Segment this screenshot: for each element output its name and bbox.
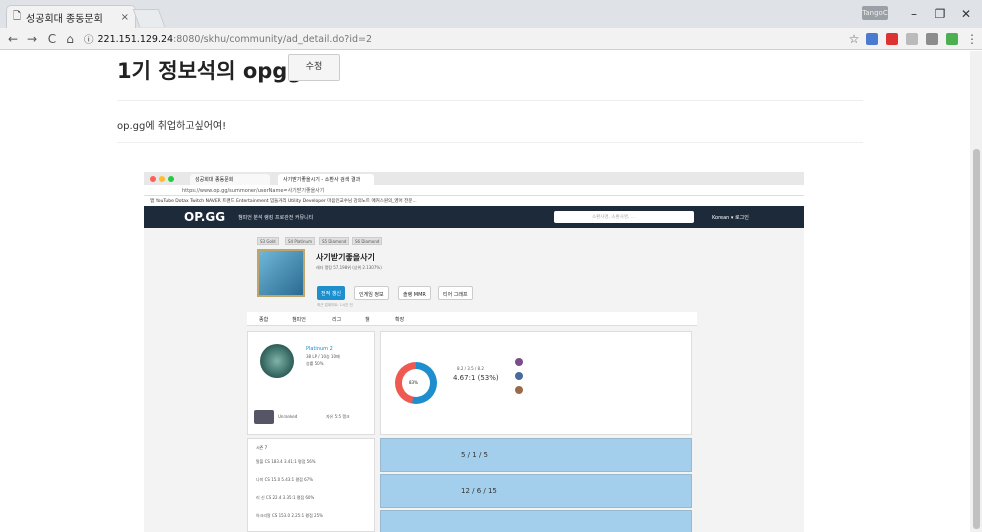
page-icon: 🗋: [13, 10, 22, 22]
post-title: 1기 정보석의 opgg: [117, 59, 303, 83]
post-body: op.gg에 취업하고싶어여!: [117, 121, 227, 132]
shot-dot-icon: [168, 176, 174, 182]
unranked-icon: [254, 410, 274, 424]
summoner-tab: 리그: [332, 317, 342, 323]
match-row: 5 / 1 / 5: [380, 438, 692, 472]
opgg-menu: 챔피언 분석 랭킹 프로관전 커뮤니티: [238, 215, 314, 221]
url-host: 221.151.129.24: [97, 33, 174, 45]
champion-row: 아크리알 CS 153.0 2.25:1 평점 25%: [256, 513, 323, 518]
graph-button: 티어 그래프: [438, 286, 473, 300]
donut-label: 83%: [409, 380, 418, 385]
stats-box: 83% 8.2 / 3.5 / 8.2 4.67:1 (53%): [380, 331, 692, 435]
url-path: :8080/skhu/community/ad_detail.do?id=2: [173, 33, 372, 45]
tier-winrate: 승률 50%: [306, 361, 324, 366]
tier-lp: 38 LP / 10승 10패: [306, 354, 340, 359]
tab-title: 성공회대 종동문회: [26, 13, 103, 25]
info-icon: ⓘ: [84, 35, 94, 46]
match-kda: 12 / 6 / 15: [461, 487, 497, 495]
new-tab-button[interactable]: [132, 9, 166, 27]
scrollbar-thumb[interactable]: [973, 149, 980, 529]
champion-list: 시즌 7 탈볼 CS 183.4 3.41:1 평점 56% 나미 CS 15.…: [247, 438, 375, 532]
embedded-screenshot: 성공회대 종동문회 사기받기좋을시기 - 소환사 검색 결과 https://w…: [144, 172, 804, 532]
shot-titlebar: 성공회대 종동문회 사기받기좋을시기 - 소환사 검색 결과: [144, 172, 804, 185]
shot-tab: 성공회대 종동문회: [190, 174, 270, 185]
page-content: 1기 정보석의 opgg 수정 op.gg에 취업하고싶어여! 성공회대 종동문…: [0, 51, 970, 532]
page-scrollbar[interactable]: [970, 51, 982, 532]
champion-icon: [515, 372, 523, 380]
flex-label: 자유 5:5 랭크: [326, 414, 350, 419]
shot-tab-active: 사기받기좋을시기 - 소환사 검색 결과: [278, 174, 374, 185]
match-row: [380, 510, 692, 532]
summoner-tab: 챔피언: [292, 317, 306, 323]
edit-button[interactable]: 수정: [288, 54, 340, 81]
match-row: 12 / 6 / 15: [380, 474, 692, 508]
champion-row: 리 신 CS 22.4 3.35:1 평점 60%: [256, 495, 315, 500]
mmr-button: 솔랭 MMR: [398, 286, 431, 300]
summoner-name: 사기받기좋을사기: [316, 253, 375, 262]
summoner-avatar: [257, 249, 305, 297]
browser-titlebar: 🗋 성공회대 종동문회 × TangoC – ❐ ✕: [0, 0, 982, 28]
champion-icon: [515, 386, 523, 394]
summary-wl: 8.2 / 3.5 / 8.2: [457, 366, 484, 371]
extension-icon[interactable]: [906, 33, 918, 45]
summary-kda: 4.67:1 (53%): [453, 374, 499, 382]
divider: [117, 100, 863, 101]
shot-dot-icon: [150, 176, 156, 182]
summoner-tab: 확장: [395, 317, 405, 323]
shot-bookmarks: 앱 YouTube Dotax Twitch NAVER 트랜드 Enterta…: [144, 196, 804, 206]
close-window-button[interactable]: ✕: [954, 4, 978, 24]
season-badge: S4 Platinum: [285, 237, 315, 245]
season-badge: S3 Gold: [257, 237, 279, 245]
season-badge: S6 Diamond: [352, 237, 383, 245]
season-badge: S5 Diamond: [319, 237, 350, 245]
extension-icon[interactable]: [866, 33, 878, 45]
rank-box: Platinum 2 38 LP / 10승 10패 승률 50% Unrank…: [247, 331, 375, 435]
champion-row: 나미 CS 15.0 5.43:1 평점 67%: [256, 477, 314, 482]
profile-badge[interactable]: TangoC: [862, 6, 888, 20]
extension-icon[interactable]: [886, 33, 898, 45]
match-kda: 5 / 1 / 5: [461, 451, 488, 459]
browser-toolbar: ← → C ⌂ ⓘ 221.151.129.24 :8080/skhu/comm…: [0, 28, 982, 50]
home-icon[interactable]: ⌂: [62, 30, 78, 48]
season-tab-label: 시즌 7: [256, 445, 268, 450]
back-icon[interactable]: ←: [5, 30, 21, 48]
update-button: 전적 갱신: [317, 286, 345, 300]
opgg-logo: OP.GG: [184, 210, 226, 224]
reload-icon[interactable]: C: [44, 30, 60, 48]
summoner-tabs: 종합 챔피언 리그 챌 확장: [247, 312, 697, 326]
bookmark-star-icon[interactable]: ☆: [846, 30, 862, 48]
summoner-tab: 종합: [259, 317, 269, 323]
extension-icon[interactable]: [946, 33, 958, 45]
shot-address: https://www.op.gg/summoner/userName=사기받기…: [144, 185, 804, 196]
summoner-tab: 챌: [365, 317, 370, 323]
update-time: 최근 업데이트: 1시간 전: [317, 303, 353, 307]
opgg-navbar: OP.GG 챔피언 분석 랭킹 프로관전 커뮤니티 소환사명, 소환사명, ..…: [144, 206, 804, 228]
champion-icon: [515, 358, 523, 366]
minimize-button[interactable]: –: [902, 4, 926, 24]
shot-dot-icon: [159, 176, 165, 182]
champion-row: 탈볼 CS 183.4 3.41:1 평점 56%: [256, 459, 316, 464]
forward-icon[interactable]: →: [24, 30, 40, 48]
divider: [117, 142, 863, 143]
extension-icon[interactable]: [926, 33, 938, 45]
menu-kebab-icon[interactable]: ⋮: [964, 30, 980, 48]
tier-emblem-icon: [260, 344, 294, 378]
unranked-label: Unranked: [278, 414, 298, 419]
browser-tab[interactable]: 🗋 성공회대 종동문회 ×: [6, 5, 136, 28]
opgg-search: 소환사명, 소환사명, ...: [554, 211, 694, 223]
ingame-button: 인게임 정보: [354, 286, 389, 300]
maximize-button[interactable]: ❐: [928, 4, 952, 24]
address-bar[interactable]: ⓘ 221.151.129.24 :8080/skhu/community/ad…: [84, 31, 864, 47]
ladder-rank: 래더 랭킹 57,198위 (상위 2.1307%): [316, 265, 382, 270]
tier-name: Platinum 2: [306, 346, 333, 352]
tab-close-icon[interactable]: ×: [121, 12, 129, 23]
opgg-lang: Korean ▾ 로그인: [712, 215, 749, 221]
